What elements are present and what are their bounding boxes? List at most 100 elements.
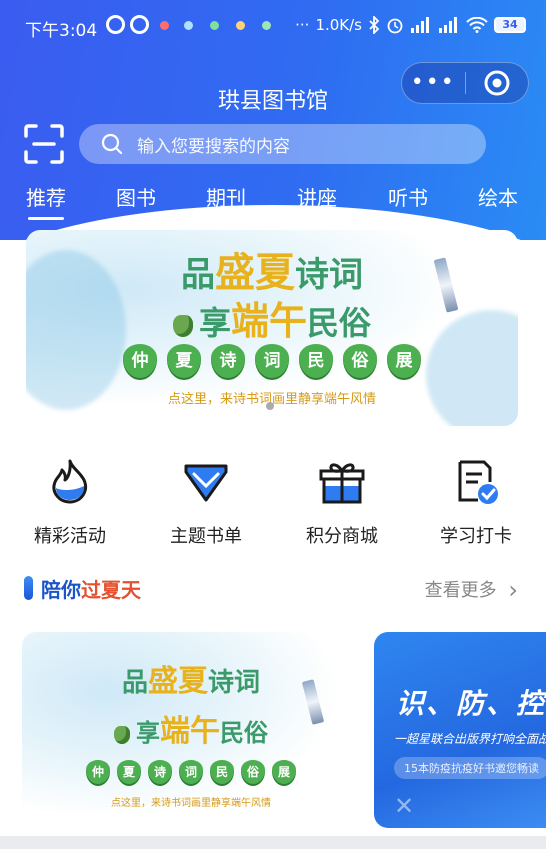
bottom-strip <box>0 836 546 849</box>
leaf-char: 夏 <box>117 760 141 784</box>
leaf-char: 词 <box>179 760 203 784</box>
signal-icon <box>411 17 429 33</box>
banner-headline-part: 盛夏 <box>215 249 295 296</box>
card-subtitle: 点这里，来诗书词画里静享端午风情 <box>111 798 271 809</box>
checklist-icon <box>458 460 498 504</box>
card2-headline: 识、防、控、治 <box>396 687 546 720</box>
section-title: 陪你过夏天 <box>41 574 141 603</box>
qq-icon <box>130 15 149 34</box>
mini-program-screen: 下午3:04 ··· 1.0K/s 34 珙县图书馆 ••• 输入您要搜索的内容… <box>0 0 546 849</box>
view-more-link[interactable]: 查看更多 › <box>425 576 518 604</box>
card-headline-part: 盛夏 <box>148 664 208 699</box>
qq-icon <box>106 15 125 34</box>
view-more-label: 查看更多 <box>424 580 497 601</box>
card-headline-part: 享 <box>136 718 160 747</box>
leaf-char: 诗 <box>148 760 172 784</box>
card2-decoration-icon: ✕ <box>394 792 415 820</box>
notification-icon <box>184 21 193 30</box>
leaf-char: 仲 <box>123 344 157 378</box>
mini-program-capsule: ••• <box>401 62 529 104</box>
tab-lectures[interactable]: 讲座 <box>295 182 339 211</box>
card-headline-part: 品 <box>121 668 148 698</box>
tab-audiobooks[interactable]: 听书 <box>386 182 430 211</box>
leaf-char: 展 <box>387 344 421 378</box>
leaf-char: 展 <box>272 760 296 784</box>
card-headline-part: 诗词 <box>208 668 261 698</box>
status-time: 下午3:04 <box>25 21 98 41</box>
leaf-char: 词 <box>255 344 289 378</box>
section-title-part: 过夏天 <box>81 578 141 602</box>
alarm-icon <box>387 18 403 34</box>
quick-item-label: 主题书单 <box>170 526 242 547</box>
leaf-char: 民 <box>299 344 333 378</box>
chevron-right-icon: › <box>508 576 518 604</box>
event-card-summer-poetry[interactable]: 品盛夏诗词 享端午民俗 仲 夏 诗 词 民 俗 展 点这里，来诗书词画里静享端午… <box>22 632 360 828</box>
leaf-char: 俗 <box>343 344 377 378</box>
leaf-char: 诗 <box>211 344 245 378</box>
leaf-char: 仲 <box>86 760 110 784</box>
diamond-icon <box>184 464 228 502</box>
quick-item-activities[interactable]: 精彩活动 <box>10 458 130 548</box>
section-title-part: 陪你 <box>41 578 81 602</box>
leaf-char: 民 <box>210 760 234 784</box>
leaf-char: 俗 <box>241 760 265 784</box>
status-right: ··· 1.0K/s 34 <box>295 16 526 34</box>
quick-item-label: 积分商城 <box>306 526 378 547</box>
quick-menu: 精彩活动 主题书单 积分商城 学习打卡 <box>0 458 546 548</box>
tab-picture-books[interactable]: 绘本 <box>476 182 520 211</box>
quick-item-booklists[interactable]: 主题书单 <box>146 458 266 548</box>
notification-icon <box>262 21 271 30</box>
banner-carousel[interactable]: 品盛夏诗词 享端午民俗 仲 夏 诗 词 民 俗 展 点这里，来诗书词画里静享端午… <box>26 230 518 426</box>
more-notifications-icon: ··· <box>295 16 310 34</box>
banner-headline-part: 民俗 <box>307 304 372 342</box>
banner-headline-part: 品 <box>181 255 215 295</box>
quick-item-points-mall[interactable]: 积分商城 <box>282 458 402 548</box>
more-menu-button[interactable]: ••• <box>402 72 465 94</box>
zongzi-icon <box>114 725 130 744</box>
battery-indicator: 34 <box>494 17 526 33</box>
card-headline-part: 端午 <box>160 714 220 749</box>
search-placeholder: 输入您要搜索的内容 <box>137 136 290 157</box>
flame-icon <box>52 459 87 504</box>
leaf-char: 夏 <box>167 344 201 378</box>
notification-icon <box>160 21 169 30</box>
zongzi-icon <box>172 314 193 337</box>
category-tabs: 推荐 图书 期刊 讲座 听书 绘本 <box>0 182 546 220</box>
close-mini-program-button[interactable] <box>466 70 529 96</box>
search-icon <box>101 133 123 155</box>
card2-subline: 一超星联合出版界打响全面战 <box>394 732 546 746</box>
card-headline: 品盛夏诗词 <box>22 656 360 700</box>
banner-headline-2: 享端午民俗 <box>26 290 518 345</box>
banner-headline-part: 享 <box>198 304 231 342</box>
quick-item-label: 精彩活动 <box>34 526 106 547</box>
tab-books[interactable]: 图书 <box>114 182 158 211</box>
quick-item-label: 学习打卡 <box>440 526 512 547</box>
section-accent-bar <box>24 576 33 600</box>
bluetooth-icon <box>369 16 380 34</box>
wifi-icon <box>466 17 488 33</box>
target-icon <box>484 70 510 96</box>
card-headline-2: 享端午民俗 <box>22 706 360 750</box>
carousel-indicator <box>266 402 274 410</box>
tab-recommend[interactable]: 推荐 <box>24 182 68 220</box>
event-card-epidemic-books[interactable]: 识、防、控、治 一超星联合出版界打响全面战 15本防疫抗疫好书邀您畅读 ✕ <box>374 632 546 828</box>
search-box[interactable]: 输入您要搜索的内容 <box>79 124 486 164</box>
scan-icon[interactable] <box>24 124 64 164</box>
notification-icon <box>236 21 245 30</box>
card2-pill: 15本防疫抗疫好书邀您畅读 <box>394 757 546 779</box>
gift-icon <box>319 463 365 504</box>
notification-icon <box>210 21 219 30</box>
signal-icon <box>439 17 457 33</box>
network-speed: 1.0K/s <box>315 16 362 34</box>
quick-item-study-checkin[interactable]: 学习打卡 <box>416 458 536 548</box>
card-headline-part: 民俗 <box>220 718 268 747</box>
banner-leaf-row: 仲 夏 诗 词 民 俗 展 <box>26 344 518 378</box>
card-leaf-row: 仲 夏 诗 词 民 俗 展 <box>22 760 360 784</box>
event-cards: 品盛夏诗词 享端午民俗 仲 夏 诗 词 民 俗 展 点这里，来诗书词画里静享端午… <box>0 632 546 828</box>
section-header: 陪你过夏天 查看更多 › <box>0 570 546 606</box>
banner-headline-part: 端午 <box>230 298 307 343</box>
banner-headline-part: 诗词 <box>295 255 363 295</box>
carousel-dot <box>266 402 274 410</box>
status-bar: 下午3:04 ··· 1.0K/s 34 <box>0 0 546 54</box>
tab-periodicals[interactable]: 期刊 <box>204 182 248 211</box>
